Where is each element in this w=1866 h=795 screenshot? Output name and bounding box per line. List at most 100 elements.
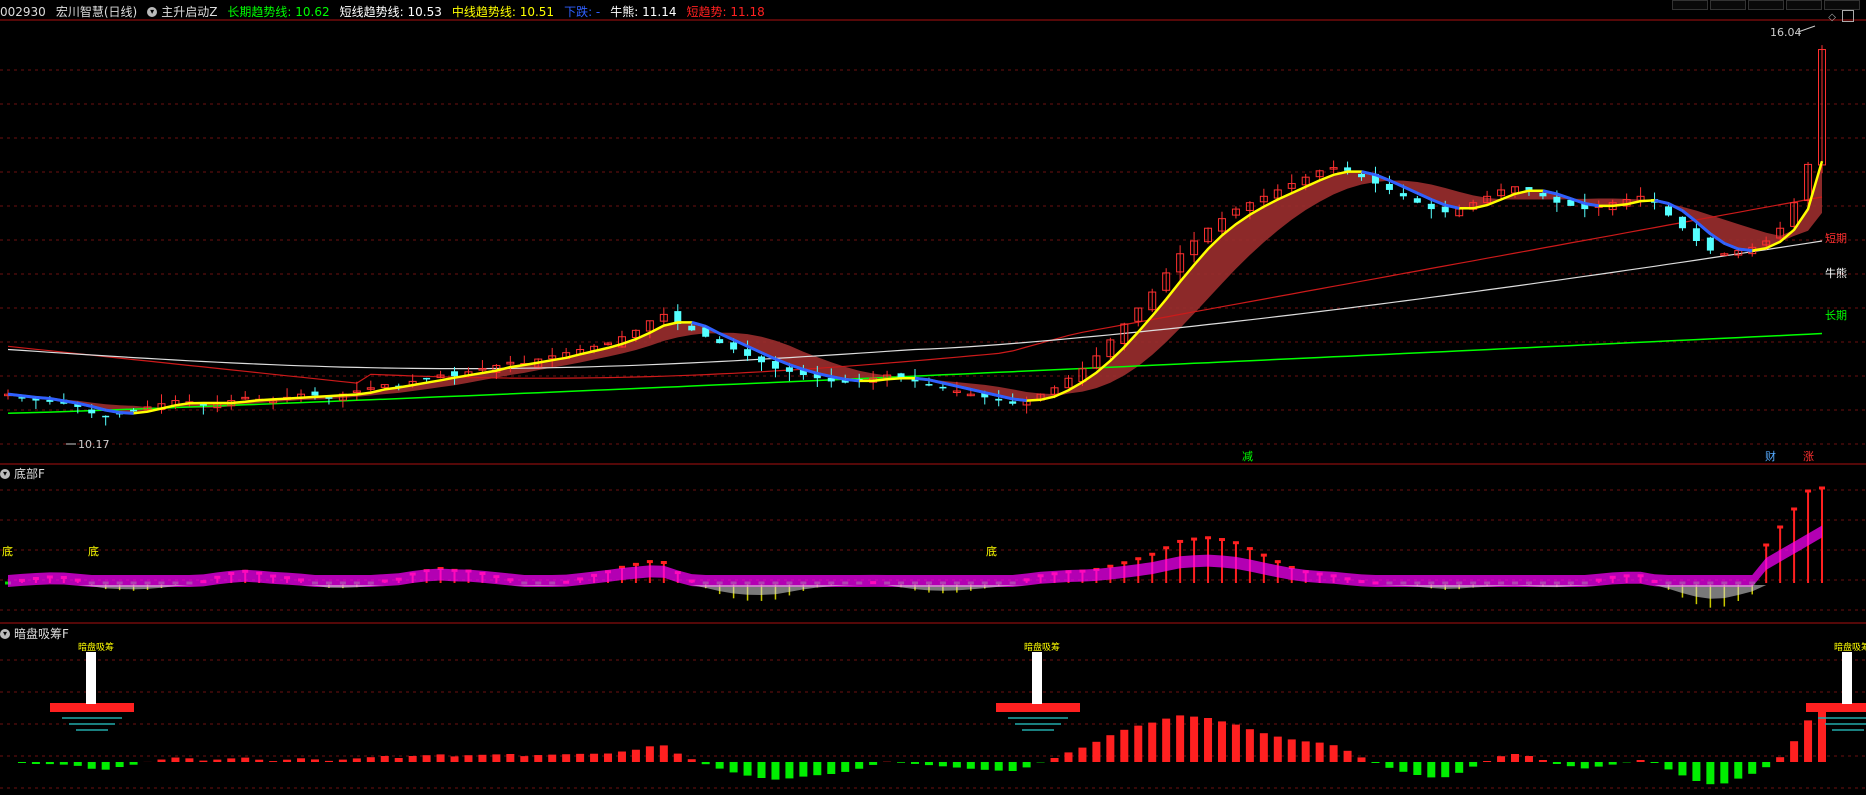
accum-bar-down [1650,762,1659,763]
osc-cap [1163,546,1170,550]
settings-circle-icon[interactable]: ▾ [0,469,10,479]
accum-bar-down [1720,762,1729,784]
bottom-signal-label: 底 [2,544,13,558]
accum-bar-up [673,753,682,762]
accum-bar-up [1636,760,1645,762]
accum-bar-down [743,762,752,776]
accum-bar-down [31,762,40,764]
stock-name: 宏川智慧(日线) [55,5,138,19]
indicator-name[interactable]: 主升启动Z [161,4,217,20]
accum-bar-down [1371,762,1380,763]
accum-bar-up [1804,720,1813,762]
accum-bar-up [617,751,626,762]
accum-bar-down [59,762,68,765]
price-header: 002930 宏川智慧(日线) ▾ 主升启动Z 长期趋势线: 10.62 短线趋… [0,4,771,20]
accum-bar-up [352,758,361,762]
candle-body [1358,173,1366,178]
accum-bar-down [980,762,989,770]
osc-cap [1777,525,1784,529]
accum-bar-up [1176,715,1185,762]
signal-bar [1032,652,1042,704]
candle-body [451,371,459,377]
accum-bar-up [548,754,557,762]
candle-body [1413,198,1421,203]
accum-bar-up [338,759,347,762]
accum-bar-down [73,762,82,766]
accum-bar-up [631,749,640,762]
maximize-icon[interactable] [1842,10,1854,22]
toolbar-button[interactable] [1672,0,1708,10]
panel3-title[interactable]: 暗盘吸筹F [14,626,69,642]
accum-bar-down [115,762,124,768]
accum-bar-up [213,759,222,762]
mark-rise: 涨 [1803,450,1814,463]
down-segment [914,376,930,382]
accum-bar-down [952,762,961,768]
accum-bar-up [1776,757,1785,762]
accum-bar-up [1190,716,1199,762]
accum-bar-up [1231,724,1240,762]
accum-bar-down [1678,762,1687,776]
toolbar-button[interactable] [1748,0,1784,10]
accum-bar-up [1217,721,1226,762]
accum-bar-down [869,762,878,765]
accum-bar-up [1511,754,1520,762]
accum-bar-down [1399,762,1408,772]
panel2-title[interactable]: 底部F [14,466,45,482]
toolbar-button[interactable] [1710,0,1746,10]
toolbar-button[interactable] [1824,0,1860,10]
candle-body [1385,183,1393,190]
accum-bar-up [1162,718,1171,762]
down-segment [1654,198,1669,205]
candle-body [730,342,738,350]
accum-bar-down [785,762,794,779]
accum-bar-up [157,759,166,762]
accum-bar-up [1050,758,1059,762]
down-segment [21,394,37,399]
low-label: 10.17 [78,438,110,451]
accum-bar-down [855,762,864,769]
accum-bar-down [1455,762,1464,773]
accum-bar-down [1594,762,1603,767]
osc-cap [1791,507,1798,511]
accum-bar-up [534,755,543,762]
accum-bar-down [827,762,836,774]
accum-bar-up [1524,756,1533,762]
accum-bar-up [520,756,529,762]
accum-bar-down [1580,762,1589,769]
price-panel: 16.04 10.17 长期 牛熊 短期减 财 涨 [4,25,1847,463]
candle-body [925,384,933,386]
accum-bar-up [227,758,236,762]
accum-bar-up [1329,745,1338,762]
accum-bar-up [199,760,208,762]
accum-bar-down [897,762,906,763]
osc-cap [1819,486,1825,490]
accum-bar-up [645,746,654,762]
candle-body [744,349,752,356]
accum-bar-up [1287,739,1296,762]
candle-body [1427,203,1435,210]
candle-body [1553,196,1561,203]
accum-bar-up [394,758,403,762]
osc-cap [1805,489,1812,493]
candle-body [785,367,793,372]
signal-bar [1842,652,1852,704]
accum-bar-down [1552,762,1561,764]
settings-circle-icon[interactable]: ▾ [147,7,158,17]
osc-cap [1135,557,1142,561]
accum-bar-up [310,759,319,762]
osc-band [8,525,1822,587]
mid-trend-value: 中线趋势线: 10.51 [451,5,555,19]
candle-body [1692,228,1700,241]
toolbar-button[interactable] [1786,0,1822,10]
accum-bar-up [283,759,292,762]
osc-cap [1191,537,1198,541]
accum-bar-up [1497,756,1506,762]
osc-cap [632,562,639,566]
accum-bar-up [297,758,306,762]
accum-bar-up [1134,725,1143,762]
diamond-icon[interactable]: ◇ [1828,12,1836,23]
accum-bar-up [604,753,613,762]
settings-circle-icon[interactable]: ▾ [0,629,10,639]
accum-bar-up [1092,741,1101,762]
